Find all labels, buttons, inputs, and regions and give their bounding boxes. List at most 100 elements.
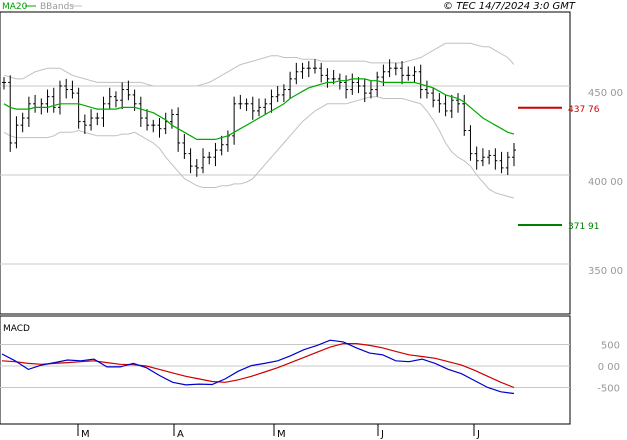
ohlc-bar (350, 73, 355, 95)
ohlc-bar (356, 77, 361, 94)
macd-title: MACD (3, 324, 30, 334)
ohlc-bar (306, 61, 311, 78)
ohlc-bar (312, 59, 317, 74)
ohlc-bar (474, 146, 479, 170)
ohlc-bar (424, 80, 429, 99)
ohlc-bar (368, 80, 373, 99)
x-axis: MAMJJ (77, 424, 480, 440)
ohlc-bar (325, 68, 330, 88)
ohlc-bar (387, 59, 392, 78)
legend-ma20: MA20 (2, 2, 28, 12)
ohlc-bar (412, 66, 417, 83)
ohlc-bar (138, 96, 143, 127)
month-label: M (81, 429, 90, 440)
ohlc-bar (257, 98, 261, 117)
price-grid (0, 85, 570, 265)
ohlc-bar (82, 114, 87, 135)
macd-tick-label: 0 00 (598, 362, 620, 373)
ohlc-bar (244, 98, 249, 111)
ohlc-bar (499, 151, 504, 174)
ohlc-bar (449, 94, 454, 119)
macd-tick-label: 500 (601, 341, 620, 352)
ohlc-bar (375, 71, 380, 97)
macd-y-ticks: 500 0 00 -500 (597, 341, 620, 395)
ohlc-bar (89, 109, 94, 131)
ohlc-bar (14, 116, 19, 149)
ohlc-bar (101, 96, 106, 127)
ohlc-bar (232, 96, 237, 145)
ohlc-bar (393, 62, 398, 76)
ohlc-bar (437, 93, 442, 113)
ohlc-bar (95, 112, 100, 126)
ohlc-bar (263, 98, 268, 115)
chart-canvas: MA20 BBands © TEC 14/7/2024 3:0 GMT 450 … (0, 1, 623, 440)
ohlc-bar (201, 148, 206, 174)
ohlc-bar (107, 87, 112, 110)
bb-upper-line (3, 42, 515, 87)
ohlc-bar (319, 62, 324, 83)
ohlc-bar (182, 134, 187, 159)
ohlc-bar (480, 148, 485, 167)
macd-line (1, 339, 515, 395)
ohlc-bar (431, 87, 436, 108)
ohlc-bar (400, 61, 405, 85)
copyright-text: © TEC 14/7/2024 3:0 GMT (443, 1, 576, 12)
ohlc-bar (219, 135, 224, 156)
ohlc-bar (70, 80, 75, 99)
legend-bbands: BBands (40, 2, 74, 12)
macd-tick-label: -500 (597, 384, 620, 395)
price-y-ticks: 450 00 400 00 350 00 (588, 88, 623, 277)
ohlc-bar (113, 91, 118, 108)
ohlc-bar (406, 66, 411, 81)
ohlc-bar (512, 142, 516, 167)
ohlc-bar (33, 94, 38, 113)
ohlc-bar (269, 89, 274, 113)
ohlc-bar (163, 112, 168, 135)
ohlc-bar (288, 71, 293, 99)
macd-panel-frame (0, 315, 571, 425)
ohlc-bar (2, 77, 6, 90)
ohlc-bar (443, 94, 448, 117)
price-level-label: 437 76 (568, 105, 600, 115)
ohlc-bar (300, 62, 305, 79)
price-tick-label: 400 00 (588, 177, 623, 188)
ohlc-bar (45, 89, 50, 113)
ohlc-bar (294, 62, 299, 85)
ohlc-bar (238, 94, 243, 110)
macd-lines (1, 339, 515, 395)
ohlc-bar (207, 151, 212, 165)
price-level-label: 371 91 (568, 222, 600, 232)
ohlc-bar (194, 158, 199, 177)
month-label: A (177, 429, 184, 440)
ohlc-bar (505, 151, 510, 175)
ohlc-bar (39, 98, 44, 115)
ohlc-bar (145, 109, 150, 131)
month-label: J (476, 429, 480, 440)
ohlc-bar (151, 119, 156, 133)
ohlc-bar (225, 130, 230, 152)
price-levels: 437 76 371 91 (518, 105, 600, 232)
ohlc-bar (213, 142, 218, 167)
ohlc-bar (51, 87, 56, 113)
ohlc-bar (344, 75, 349, 99)
price-tick-label: 350 00 (588, 266, 623, 277)
ohlc-bar (20, 112, 25, 133)
ohlc-bar (487, 150, 492, 165)
ohlc-bar (126, 80, 131, 101)
ohlc-bar (250, 96, 255, 120)
month-label: J (380, 429, 384, 440)
month-label: M (277, 429, 286, 440)
ohlc-bar (64, 78, 69, 99)
ohlc-bar (456, 93, 461, 113)
price-tick-label: 450 00 (588, 88, 623, 99)
ohlc-bar (468, 125, 473, 161)
ohlc-bar (493, 148, 498, 170)
macd-grid (0, 344, 570, 388)
ohlc-bar (76, 87, 81, 129)
ohlc-bar (157, 118, 162, 138)
ohlc-bar (275, 86, 280, 103)
ohlc-bar (281, 84, 286, 103)
ohlc-bar (188, 148, 193, 174)
ohlc-bar (26, 96, 31, 127)
ohlc-bar (418, 64, 423, 99)
